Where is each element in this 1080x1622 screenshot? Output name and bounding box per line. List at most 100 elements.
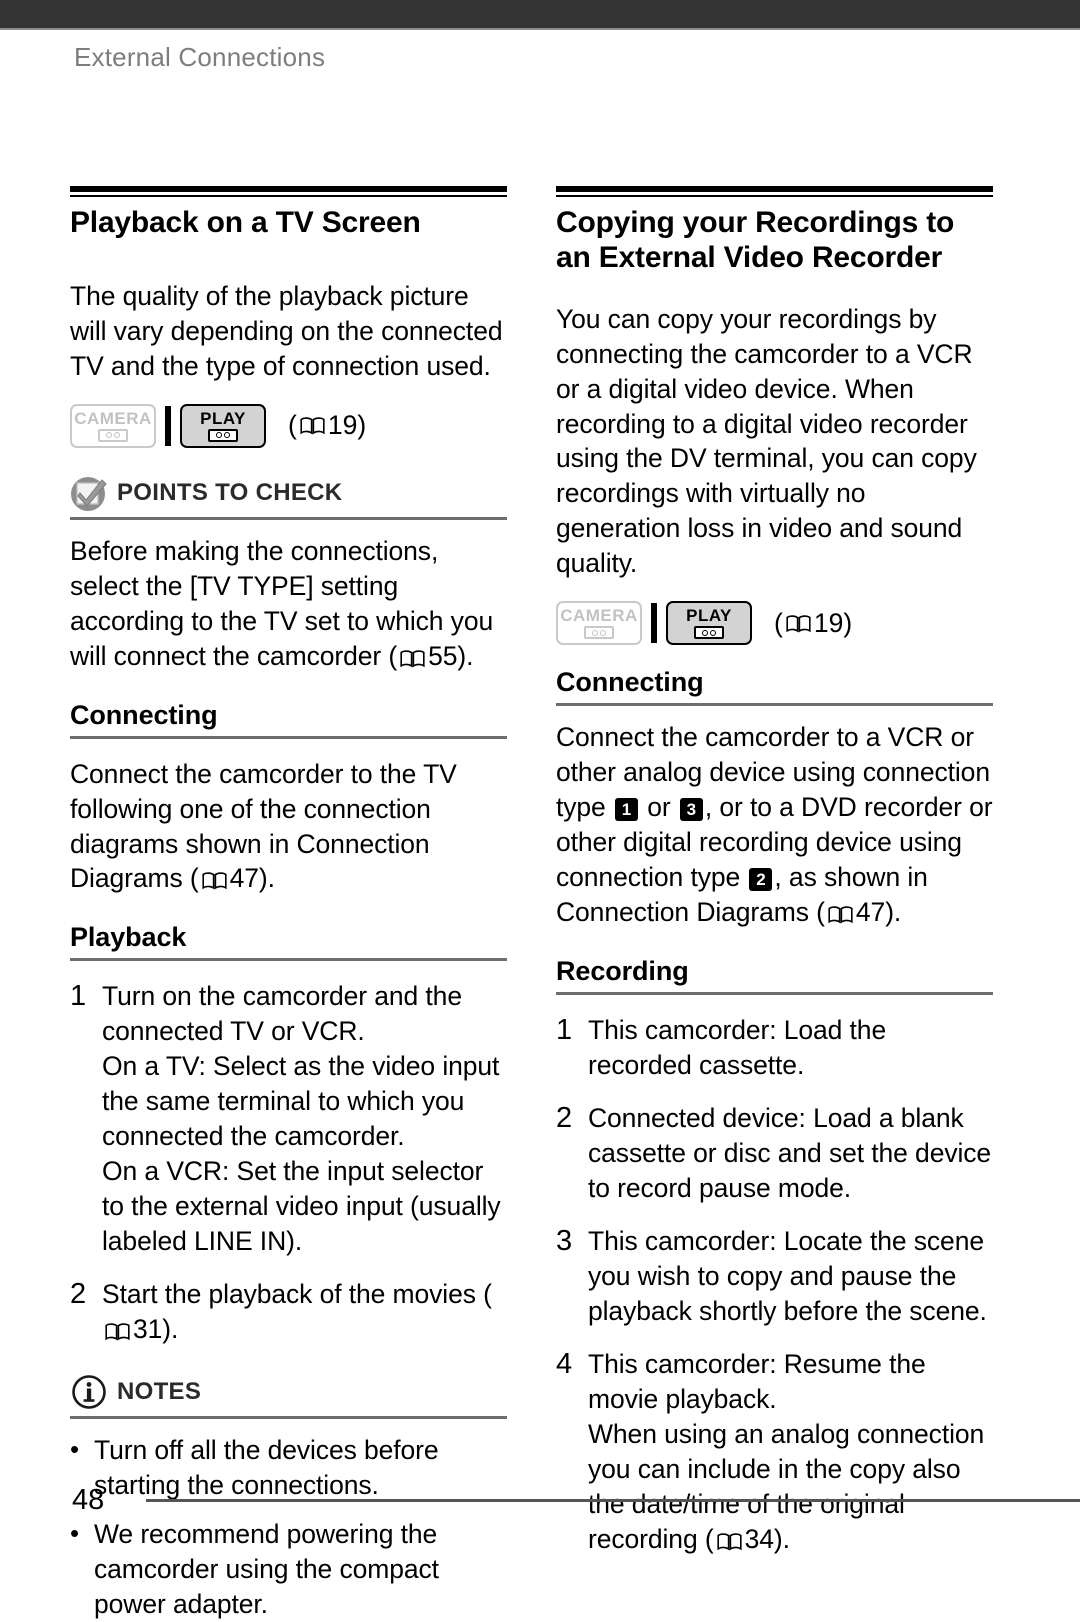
camera-mode-badge: CAMERA bbox=[70, 403, 156, 448]
connecting-text-right: Connect the camcorder to a VCR or other … bbox=[556, 720, 993, 930]
connecting-ref-number: 47 bbox=[229, 863, 259, 894]
checkbox-pencil-icon bbox=[70, 474, 108, 512]
section-rule-left bbox=[70, 186, 507, 197]
bullet-marker: • bbox=[70, 1518, 80, 1549]
connecting-part-5: ). bbox=[885, 897, 902, 928]
notes-title: NOTES bbox=[117, 1378, 202, 1406]
step-ref-number: 31 bbox=[133, 1314, 163, 1345]
step-line: On a TV: Select as the video input the s… bbox=[102, 1051, 500, 1152]
ptc-text-after: ). bbox=[457, 640, 474, 671]
connecting-ref-number: 47 bbox=[855, 897, 886, 928]
step-text: Start the playback of the movies ( 31). bbox=[102, 1277, 507, 1347]
left-intro-paragraph: The quality of the playback picture will… bbox=[70, 280, 503, 381]
paren-close: ) bbox=[843, 607, 853, 638]
badge-separator bbox=[165, 405, 171, 446]
right-intro-paragraph: You can copy your recordings by connecti… bbox=[556, 303, 977, 579]
play-mode-badge: PLAY bbox=[666, 601, 752, 646]
right-column: Copying your Recordings to an External V… bbox=[556, 186, 993, 1557]
left-column: Playback on a TV Screen The quality of t… bbox=[70, 186, 507, 1622]
notes-rule bbox=[70, 1416, 507, 1420]
step-line: On a VCR: Set the input selector to the … bbox=[102, 1156, 501, 1257]
step-text: Connected device: Load a blank cassette … bbox=[588, 1103, 992, 1204]
paren-open: ( bbox=[288, 410, 297, 441]
recording-step-1: 1 This camcorder: Load the recorded cass… bbox=[556, 1013, 993, 1083]
cassette-tape-icon bbox=[584, 626, 614, 640]
page-reference-left-intro: ( 19) bbox=[288, 410, 366, 441]
play-mode-label: PLAY bbox=[200, 408, 246, 428]
camera-mode-badge: CAMERA bbox=[556, 601, 642, 646]
connecting-text-after: ). bbox=[258, 863, 275, 894]
subsection-title-playback: Playback bbox=[70, 922, 187, 953]
step-line: Turn on the camcorder and the connected … bbox=[102, 981, 462, 1047]
page-ref-number: 19 bbox=[813, 607, 844, 638]
playback-step-1: 1 Turn on the camcorder and the connecte… bbox=[70, 979, 507, 1259]
mode-badge-row-right: CAMERA PLAY ( 19) bbox=[556, 601, 993, 646]
mode-badge-row-left: CAMERA PLAY ( 19) bbox=[70, 403, 507, 448]
subsection-rule bbox=[556, 992, 993, 996]
page-reference-right-intro: ( 19) bbox=[774, 608, 852, 639]
step-text-before: Start the playback of the movies ( bbox=[102, 1279, 492, 1310]
step-number: 4 bbox=[556, 1347, 573, 1380]
footer-rule bbox=[146, 1499, 1080, 1502]
play-mode-label: PLAY bbox=[686, 606, 732, 626]
step-number: 1 bbox=[70, 980, 87, 1013]
bullet-text: We recommend powering the camcorder usin… bbox=[94, 1519, 439, 1620]
play-mode-badge: PLAY bbox=[180, 403, 266, 448]
book-icon bbox=[786, 614, 811, 633]
notes-header: NOTES bbox=[70, 1373, 507, 1411]
step-note-after: ). bbox=[773, 1523, 790, 1554]
recording-step-3: 3 This camcorder: Locate the scene you w… bbox=[556, 1224, 993, 1329]
connecting-part-2: or bbox=[639, 792, 678, 823]
top-dark-bar bbox=[0, 0, 1080, 30]
cassette-tape-icon bbox=[98, 428, 128, 442]
points-to-check-text: Before making the connections, select th… bbox=[70, 534, 507, 674]
subsection-title-connecting-right: Connecting bbox=[556, 667, 704, 698]
playback-step-2: 2 Start the playback of the movies ( 31)… bbox=[70, 1277, 507, 1347]
camera-mode-label: CAMERA bbox=[74, 408, 152, 428]
step-note-ref-number: 34 bbox=[744, 1523, 774, 1554]
book-icon bbox=[201, 871, 227, 890]
book-icon bbox=[300, 416, 325, 435]
book-icon bbox=[400, 649, 425, 668]
cassette-tape-icon bbox=[208, 428, 238, 442]
section-title-copying-recordings: Copying your Recordings to an External V… bbox=[556, 206, 955, 274]
step-text: This camcorder: Load the recorded casset… bbox=[588, 1015, 887, 1081]
step-number: 3 bbox=[556, 1225, 573, 1257]
subsection-rule bbox=[70, 958, 507, 962]
step-text: This camcorder: Locate the scene you wis… bbox=[588, 1226, 987, 1326]
step-text: This camcorder: Resume the movie playbac… bbox=[588, 1347, 993, 1557]
connection-type-chip-2: 2 bbox=[749, 868, 773, 892]
subsection-title-recording: Recording bbox=[556, 956, 689, 987]
notes-bullet-2: • We recommend powering the camcorder us… bbox=[70, 1517, 507, 1622]
connecting-text-left: Connect the camcorder to the TV followin… bbox=[70, 757, 507, 897]
step-number: 1 bbox=[556, 1014, 573, 1047]
subsection-title-connecting-left: Connecting bbox=[70, 699, 218, 730]
paren-close: ) bbox=[357, 410, 367, 441]
section-rule-right bbox=[556, 186, 993, 197]
connection-type-chip-3: 3 bbox=[679, 798, 703, 822]
step-line: This camcorder: Resume the movie playbac… bbox=[588, 1348, 926, 1414]
paren-open: ( bbox=[774, 607, 783, 638]
step-text: Turn on the camcorder and the connected … bbox=[102, 979, 507, 1259]
points-to-check-title: POINTS TO CHECK bbox=[117, 478, 343, 506]
book-icon bbox=[716, 1532, 742, 1551]
page-footer: 48 bbox=[0, 1484, 1080, 1517]
step-number: 2 bbox=[70, 1278, 87, 1311]
connection-type-chip-1: 1 bbox=[614, 798, 638, 822]
page-ref-number: 19 bbox=[327, 410, 358, 441]
recording-step-2: 2 Connected device: Load a blank cassett… bbox=[556, 1101, 993, 1206]
points-to-check-header: POINTS TO CHECK bbox=[70, 474, 507, 512]
badge-separator bbox=[651, 603, 657, 644]
page-number: 48 bbox=[72, 1484, 105, 1516]
book-icon bbox=[105, 1322, 130, 1341]
step-text-after: ). bbox=[162, 1314, 179, 1345]
step-number: 2 bbox=[556, 1102, 573, 1135]
running-header: External Connections bbox=[74, 42, 326, 72]
section-title-playback-tv: Playback on a TV Screen bbox=[70, 206, 421, 239]
camera-mode-label: CAMERA bbox=[560, 606, 638, 626]
recording-step-4: 4 This camcorder: Resume the movie playb… bbox=[556, 1347, 993, 1557]
ptc-ref-number: 55 bbox=[428, 640, 458, 671]
info-circle-icon bbox=[70, 1373, 108, 1411]
cassette-tape-icon bbox=[694, 626, 724, 640]
book-icon bbox=[828, 905, 853, 924]
